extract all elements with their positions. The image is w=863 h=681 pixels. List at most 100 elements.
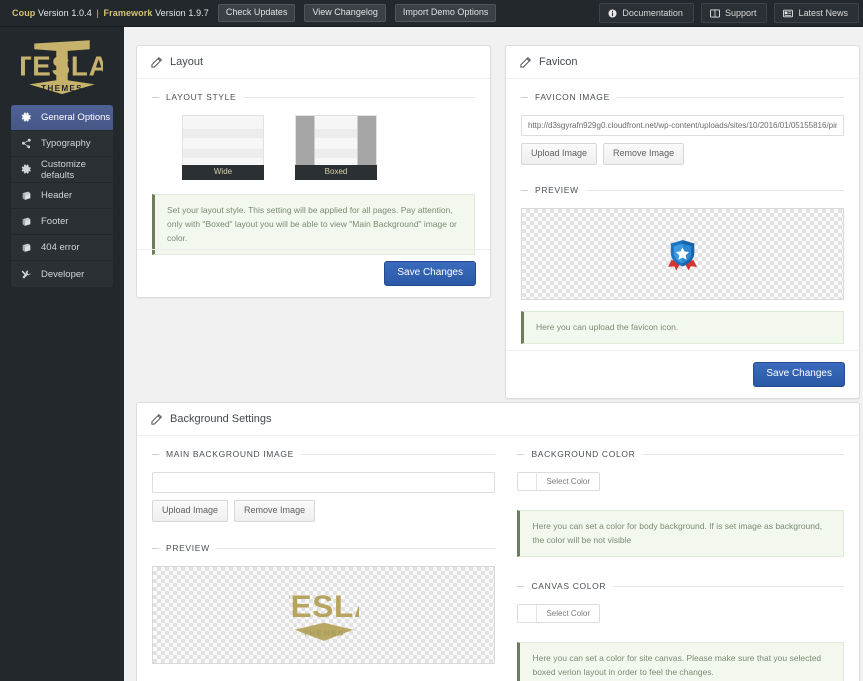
favicon-preview-fieldset: PREVIEW Here you can upload the favicon … <box>521 185 844 345</box>
sidebar-item-label: 404 error <box>41 242 80 253</box>
legend-dash <box>152 96 159 98</box>
sidebar-item-typography[interactable]: Typography <box>11 131 113 157</box>
background-panel-header: Background Settings <box>137 403 859 436</box>
support-link[interactable]: Support <box>700 3 768 23</box>
share-nodes-icon <box>20 137 33 150</box>
background-color-fieldset: BACKGROUND COLOR Select Color Here you c… <box>517 449 844 558</box>
canvas-color-fieldset: CANVAS COLOR Select Color Here you can s… <box>517 581 844 681</box>
legend-dash <box>521 96 528 98</box>
version-separator: | <box>96 8 99 18</box>
svg-text:THEMES: THEMES <box>303 628 344 637</box>
top-admin-bar: Coup Version 1.0.4 | Framework Version 1… <box>0 0 863 27</box>
sidebar-item-label: Typography <box>41 138 91 149</box>
svg-text:TESLA: TESLA <box>289 588 359 624</box>
legend-rule <box>300 453 496 455</box>
canvas-color-picker[interactable]: Select Color <box>517 604 601 624</box>
favicon-url-input[interactable] <box>521 115 844 136</box>
canvas-color-label: CANVAS COLOR <box>531 581 607 592</box>
legend-rule <box>216 547 496 549</box>
background-upload-image-button[interactable]: Upload Image <box>152 500 229 522</box>
import-demo-options-button[interactable]: Import Demo Options <box>394 4 497 22</box>
svg-text:THEMES: THEMES <box>41 84 83 93</box>
layout-style-fieldset: LAYOUT STYLE Wide Boxed Set your layout … <box>152 92 475 256</box>
sidebar-menu: General Options Typography Customize def… <box>0 105 124 287</box>
sidebar: TESLA THEMES General Options Typography … <box>0 27 124 681</box>
sidebar-item-label: Header <box>41 190 73 201</box>
favicon-panel-title: Favicon <box>539 56 578 68</box>
favicon-panel-footer: Save Changes <box>506 350 859 398</box>
background-preview-area: TESLA THEMES <box>152 566 496 664</box>
view-changelog-button[interactable]: View Changelog <box>304 4 386 22</box>
tools-icon <box>20 268 33 281</box>
save-changes-button[interactable]: Save Changes <box>384 261 476 286</box>
legend-rule <box>243 96 475 98</box>
background-preview-fieldset: PREVIEW TESLA THEMES <box>152 543 496 664</box>
favicon-image-fieldset: FAVICON IMAGE Upload Image Remove Image <box>521 92 844 165</box>
favicon-preview-legend: PREVIEW <box>521 185 844 195</box>
documentation-link[interactable]: Documentation <box>599 3 694 23</box>
latest-news-link[interactable]: Latest News <box>774 3 859 23</box>
background-left-column: MAIN BACKGROUND IMAGE Upload Image Remov… <box>152 449 505 681</box>
check-updates-button[interactable]: Check Updates <box>217 4 296 22</box>
edit-pencil-icon <box>151 413 163 425</box>
legend-dash <box>521 189 528 191</box>
main-background-image-buttons: Upload Image Remove Image <box>152 500 495 522</box>
theme-version: Version 1.0.4 <box>38 8 92 18</box>
layout-panel-header: Layout <box>137 46 490 79</box>
save-changes-button[interactable]: Save Changes <box>753 362 845 387</box>
blue-shield-star-badge-icon <box>668 239 697 270</box>
sidebar-item-general-options[interactable]: General Options <box>11 105 113 131</box>
layout-style-label: LAYOUT STYLE <box>166 92 237 102</box>
sidebar-item-footer[interactable]: Footer <box>11 209 113 235</box>
latest-news-label: Latest News <box>798 8 848 18</box>
framework-version: Version 1.9.7 <box>155 8 209 18</box>
layout-option-label: Wide <box>182 165 264 180</box>
layout-style-options: Wide Boxed <box>152 115 475 180</box>
version-info: Coup Version 1.0.4 | Framework Version 1… <box>12 8 209 18</box>
legend-rule <box>642 453 844 455</box>
svg-text:TESLA: TESLA <box>21 50 103 81</box>
layout-style-legend: LAYOUT STYLE <box>152 92 475 102</box>
main-background-image-legend: MAIN BACKGROUND IMAGE <box>152 449 496 459</box>
background-color-label: BACKGROUND COLOR <box>531 449 636 459</box>
favicon-panel: Favicon FAVICON IMAGE Upload Image Remov… <box>505 45 860 399</box>
sidebar-item-404-error[interactable]: 404 error <box>11 235 113 261</box>
main-background-image-label: MAIN BACKGROUND IMAGE <box>166 449 294 459</box>
layout-option-boxed[interactable]: Boxed <box>295 115 377 180</box>
background-color-legend: BACKGROUND COLOR <box>517 449 844 459</box>
layout-notice: Set your layout style. This setting will… <box>152 194 475 256</box>
main-background-url-input[interactable] <box>152 472 496 493</box>
layers-icon <box>20 215 33 228</box>
legend-rule <box>585 189 844 191</box>
layout-panel-body: LAYOUT STYLE Wide Boxed Set your layout … <box>137 79 490 256</box>
gear-icon <box>20 163 33 176</box>
background-select-color-label: Select Color <box>546 477 591 486</box>
layout-option-label: Boxed <box>295 165 377 180</box>
main-background-image-fieldset: MAIN BACKGROUND IMAGE Upload Image Remov… <box>152 449 496 522</box>
boxed-layout-thumbnail-icon <box>295 115 377 165</box>
legend-rule <box>616 96 844 98</box>
topbar-right-links: Documentation Support Latest News <box>592 3 859 23</box>
background-color-picker[interactable]: Select Color <box>517 472 601 491</box>
favicon-remove-image-button[interactable]: Remove Image <box>603 143 685 165</box>
sidebar-item-label: Customize defaults <box>41 158 86 181</box>
edit-pencil-icon <box>151 56 163 68</box>
favicon-upload-image-button[interactable]: Upload Image <box>521 143 598 165</box>
background-color-notice: Here you can set a color for body backgr… <box>517 510 844 558</box>
favicon-image-label: FAVICON IMAGE <box>535 92 610 102</box>
canvas-color-notice: Here you can set a color for site canvas… <box>517 642 844 681</box>
legend-dash <box>517 585 525 587</box>
sidebar-item-developer[interactable]: Developer <box>11 261 113 287</box>
tesla-themes-preview-logo-icon: TESLA THEMES <box>289 588 359 641</box>
sidebar-item-label: Footer <box>41 216 69 227</box>
favicon-image-buttons: Upload Image Remove Image <box>521 143 844 165</box>
favicon-panel-body: FAVICON IMAGE Upload Image Remove Image … <box>506 79 859 345</box>
background-panel-body: MAIN BACKGROUND IMAGE Upload Image Remov… <box>137 436 859 681</box>
sidebar-item-header[interactable]: Header <box>11 183 113 209</box>
sidebar-item-customize-defaults[interactable]: Customize defaults <box>11 157 113 183</box>
layout-option-wide[interactable]: Wide <box>182 115 264 180</box>
background-remove-image-button[interactable]: Remove Image <box>234 500 316 522</box>
layers-icon <box>20 189 33 202</box>
favicon-preview-label: PREVIEW <box>535 185 579 195</box>
documentation-label: Documentation <box>622 8 683 18</box>
